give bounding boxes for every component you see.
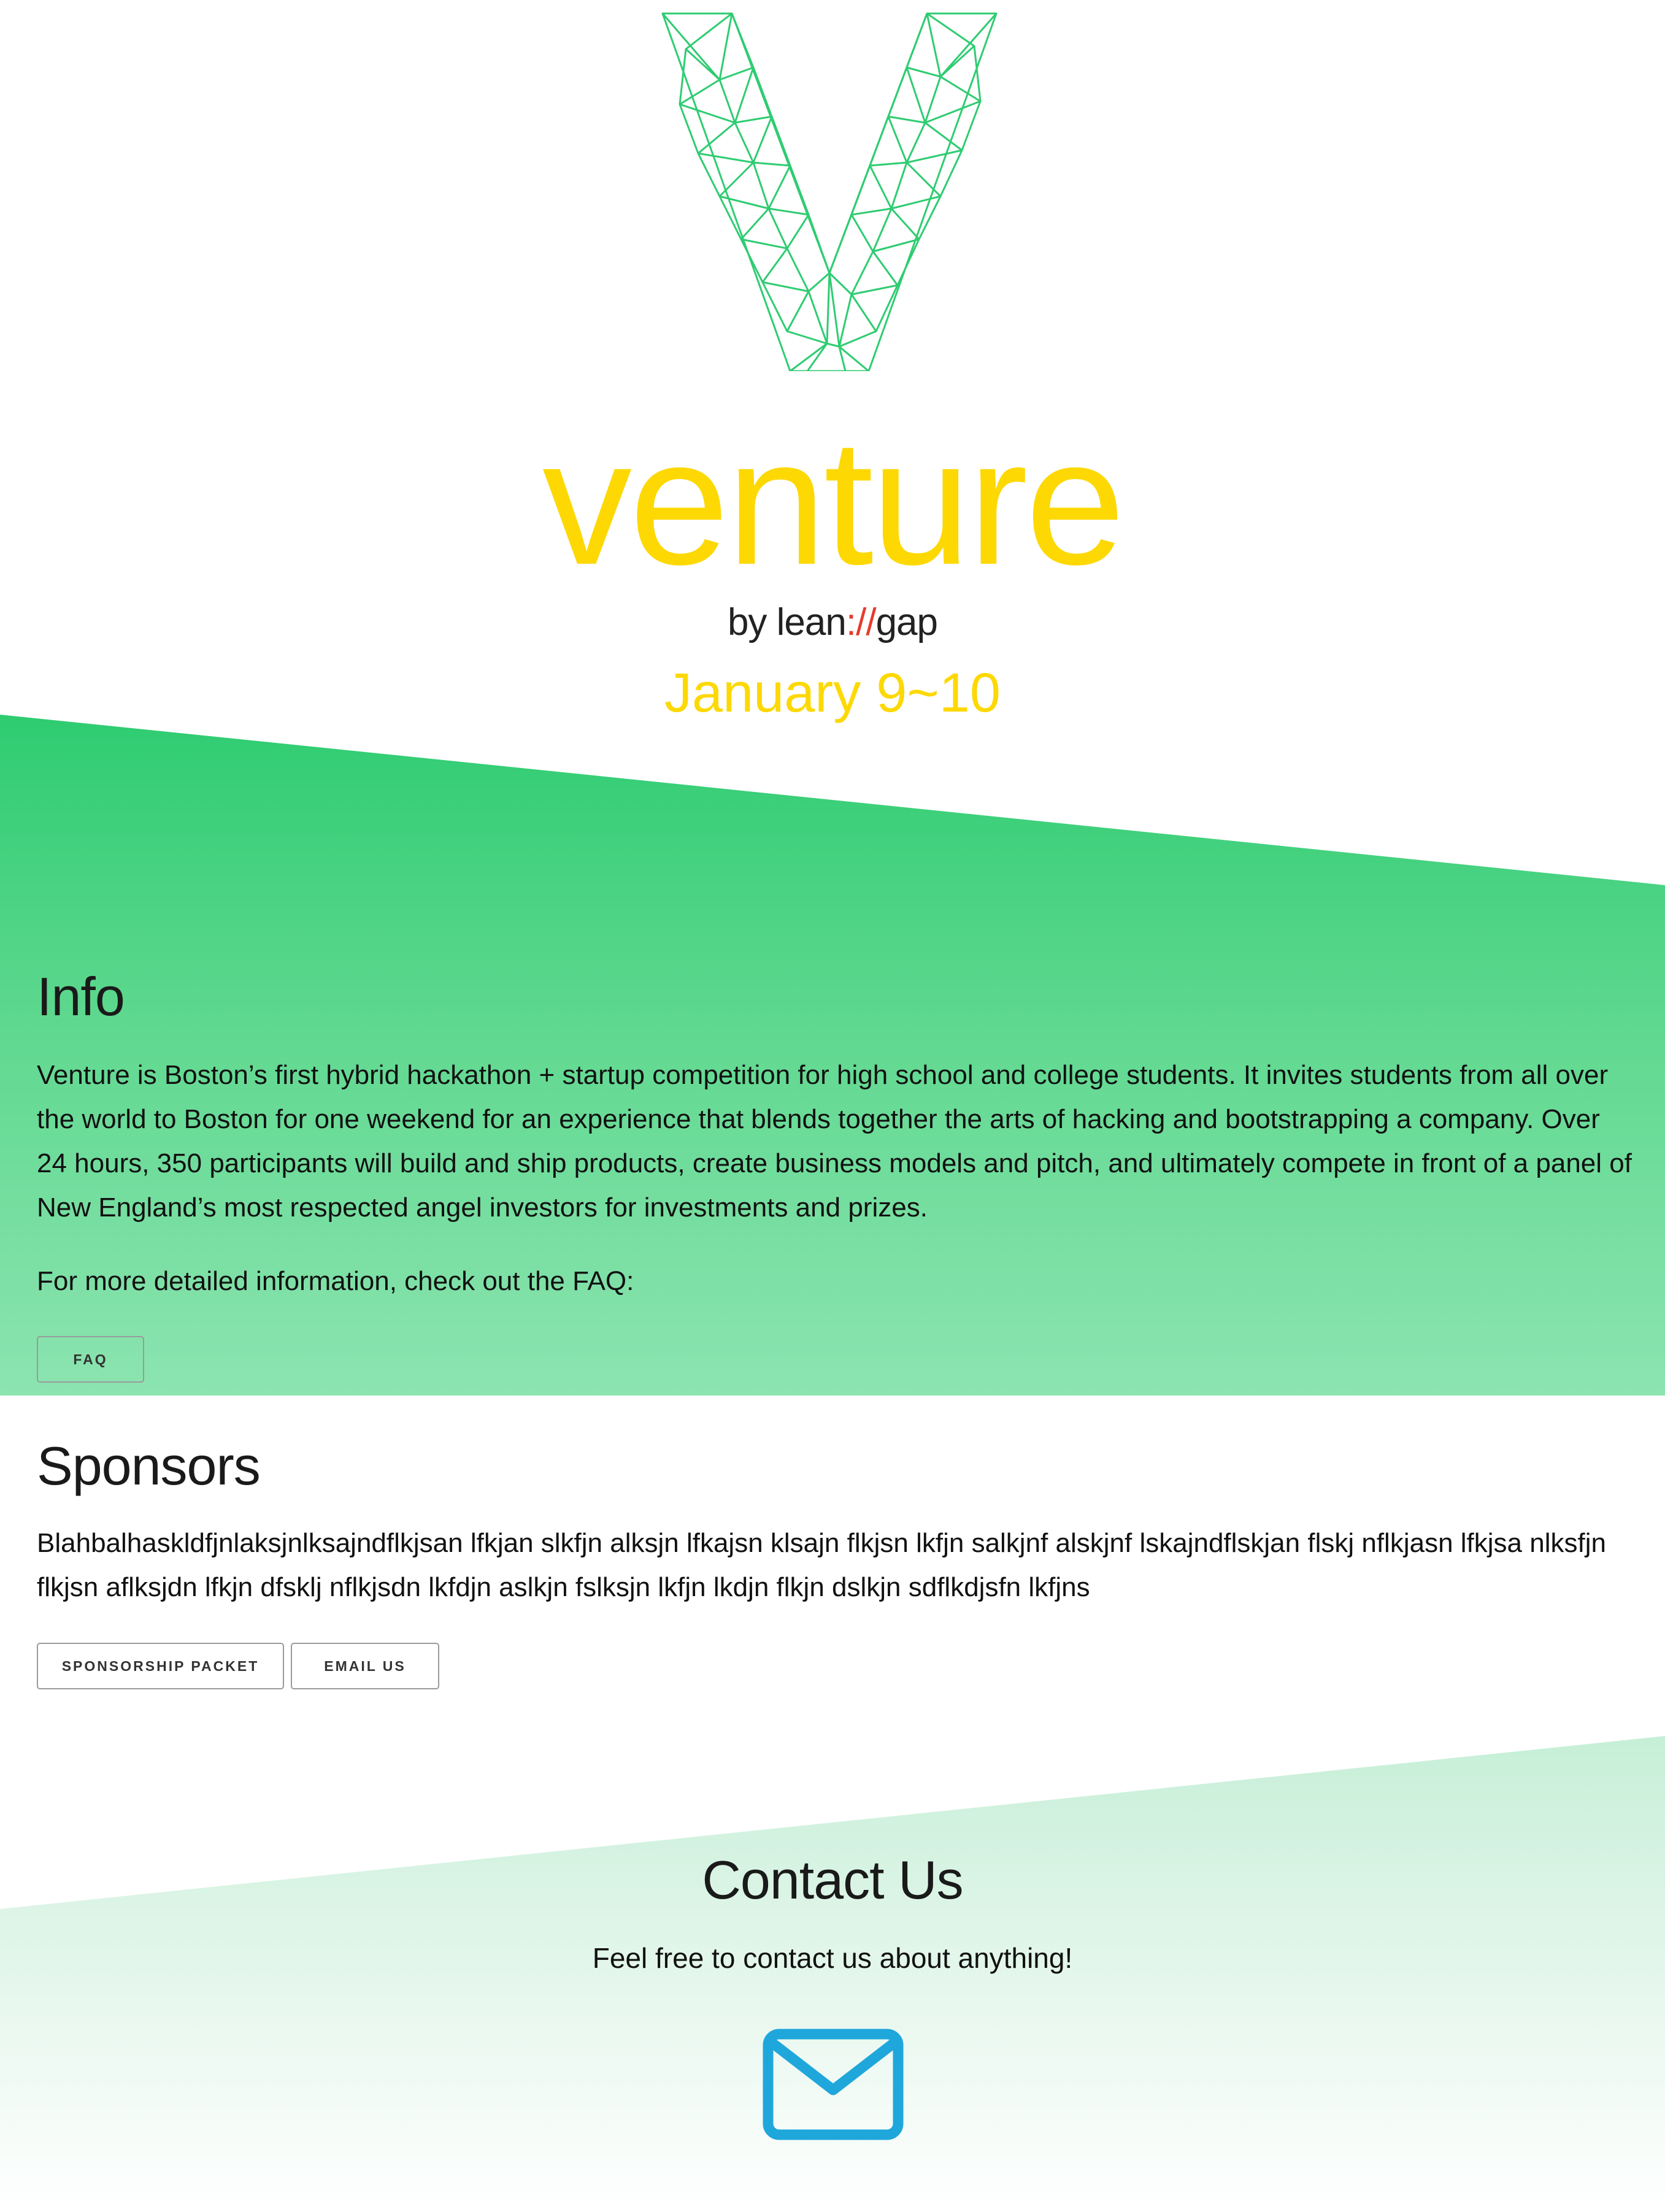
info-title: Info bbox=[37, 966, 125, 1027]
byline-prefix: by lean bbox=[727, 601, 847, 643]
event-date: January 9~10 bbox=[664, 662, 1001, 724]
contact-text: Feel free to contact us about anything! bbox=[592, 1942, 1073, 1974]
sponsors-title: Sponsors bbox=[37, 1435, 261, 1496]
triangulated-v-logo bbox=[661, 12, 998, 371]
faq-prompt: For more detailed information, check out… bbox=[37, 1266, 634, 1296]
byline-slashes: :// bbox=[845, 601, 877, 643]
sponsorship-packet-button[interactable]: SPONSORSHIP PACKET bbox=[37, 1643, 284, 1689]
contact-title: Contact Us bbox=[702, 1849, 963, 1910]
byline-suffix: gap bbox=[875, 601, 938, 643]
faq-button[interactable]: FAQ bbox=[37, 1336, 144, 1383]
venture-wordmark: venture bbox=[542, 402, 1125, 602]
byline: by lean://gap bbox=[0, 598, 1665, 647]
sponsors-paragraph: Blahbalhaskldfjnlaksjnlksajndflkjsan lfk… bbox=[37, 1528, 1606, 1602]
email-us-button[interactable]: EMAIL US bbox=[291, 1643, 439, 1689]
info-paragraph: Venture is Boston’s first hybrid hackath… bbox=[37, 1060, 1632, 1223]
mail-icon[interactable] bbox=[763, 2029, 904, 2140]
